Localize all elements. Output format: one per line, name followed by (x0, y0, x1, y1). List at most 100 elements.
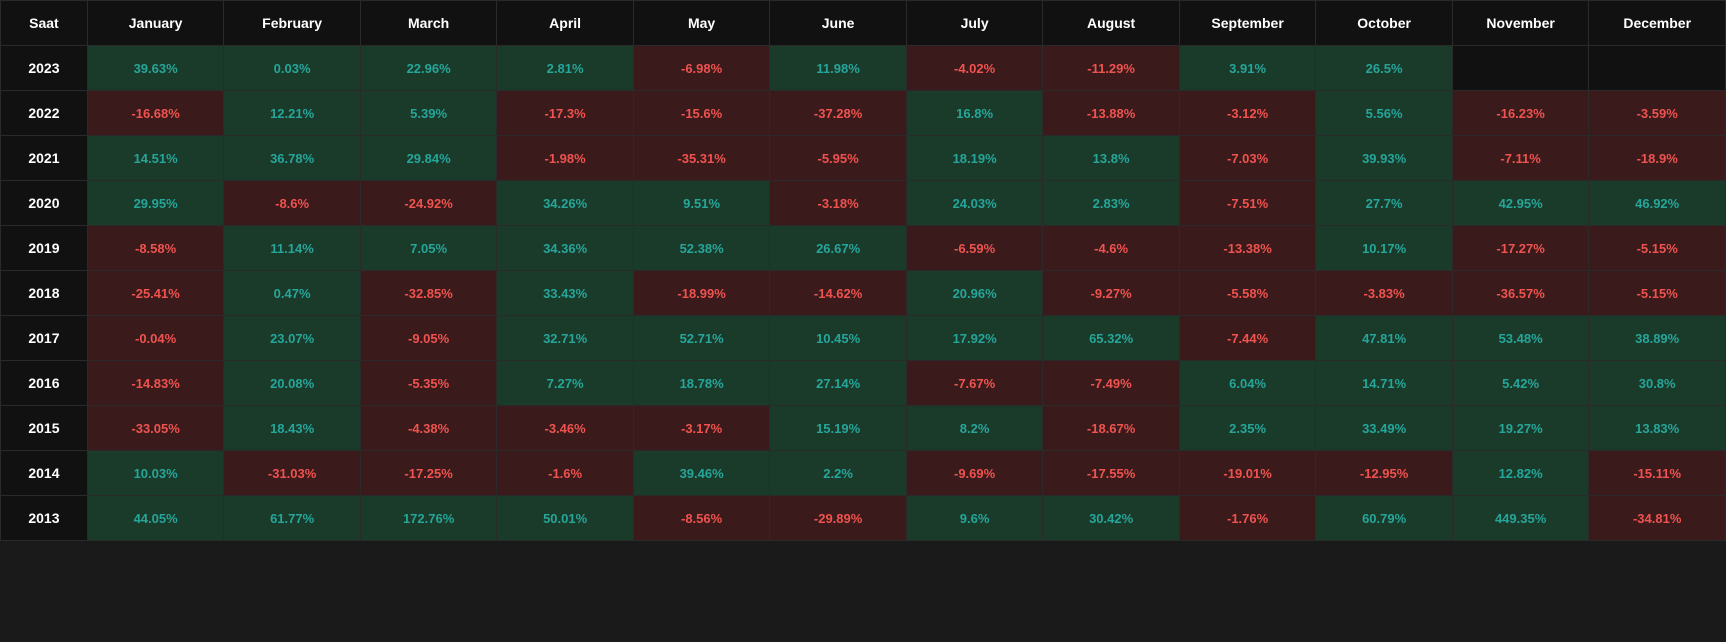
data-cell: -18.67% (1043, 406, 1180, 451)
year-cell: 2022 (1, 91, 88, 136)
data-cell: 30.42% (1043, 496, 1180, 541)
data-cell: 17.92% (906, 316, 1043, 361)
data-cell: -31.03% (224, 451, 361, 496)
data-cell: -7.03% (1179, 136, 1316, 181)
data-cell: 11.98% (770, 46, 907, 91)
data-cell: -3.17% (633, 406, 770, 451)
data-cell: 172.76% (360, 496, 497, 541)
data-cell: 53.48% (1452, 316, 1589, 361)
data-cell: 20.96% (906, 271, 1043, 316)
data-cell: 18.43% (224, 406, 361, 451)
table-row: 2015-33.05%18.43%-4.38%-3.46%-3.17%15.19… (1, 406, 1726, 451)
data-cell: 5.56% (1316, 91, 1453, 136)
data-cell: 24.03% (906, 181, 1043, 226)
header-month-july: July (906, 1, 1043, 46)
data-cell: 60.79% (1316, 496, 1453, 541)
data-cell: -7.11% (1452, 136, 1589, 181)
data-cell: -29.89% (770, 496, 907, 541)
data-cell: -16.68% (87, 91, 224, 136)
data-cell: -1.98% (497, 136, 634, 181)
data-cell: 22.96% (360, 46, 497, 91)
data-cell: -3.59% (1589, 91, 1726, 136)
data-cell: -14.62% (770, 271, 907, 316)
data-cell: 10.45% (770, 316, 907, 361)
year-cell: 2016 (1, 361, 88, 406)
data-cell: -24.92% (360, 181, 497, 226)
data-cell: 29.95% (87, 181, 224, 226)
data-cell: -3.12% (1179, 91, 1316, 136)
data-cell: 18.78% (633, 361, 770, 406)
table-row: 2017-0.04%23.07%-9.05%32.71%52.71%10.45%… (1, 316, 1726, 361)
table-row: 2019-8.58%11.14%7.05%34.36%52.38%26.67%-… (1, 226, 1726, 271)
data-cell: 0.03% (224, 46, 361, 91)
header-month-october: October (1316, 1, 1453, 46)
data-cell: 27.14% (770, 361, 907, 406)
data-cell: -3.18% (770, 181, 907, 226)
data-cell: 33.43% (497, 271, 634, 316)
data-cell: 18.19% (906, 136, 1043, 181)
data-cell: -15.11% (1589, 451, 1726, 496)
data-cell: 42.95% (1452, 181, 1589, 226)
data-cell: -5.95% (770, 136, 907, 181)
data-cell: -9.27% (1043, 271, 1180, 316)
data-cell: -13.88% (1043, 91, 1180, 136)
data-cell: -8.6% (224, 181, 361, 226)
data-cell: -3.83% (1316, 271, 1453, 316)
year-cell: 2019 (1, 226, 88, 271)
data-cell: 46.92% (1589, 181, 1726, 226)
year-cell: 2020 (1, 181, 88, 226)
data-cell: -14.83% (87, 361, 224, 406)
data-cell: 26.5% (1316, 46, 1453, 91)
table-row: 202114.51%36.78%29.84%-1.98%-35.31%-5.95… (1, 136, 1726, 181)
data-cell: -11.29% (1043, 46, 1180, 91)
year-cell: 2013 (1, 496, 88, 541)
data-cell: -17.25% (360, 451, 497, 496)
data-cell: -5.15% (1589, 271, 1726, 316)
data-cell: 32.71% (497, 316, 634, 361)
monthly-returns-table: SaatJanuaryFebruaryMarchAprilMayJuneJuly… (0, 0, 1726, 541)
data-cell: -4.6% (1043, 226, 1180, 271)
data-cell: 6.04% (1179, 361, 1316, 406)
data-cell: 34.26% (497, 181, 634, 226)
data-cell: 36.78% (224, 136, 361, 181)
data-cell: -6.98% (633, 46, 770, 91)
data-cell: 0.47% (224, 271, 361, 316)
data-cell: 14.71% (1316, 361, 1453, 406)
table-row: 202029.95%-8.6%-24.92%34.26%9.51%-3.18%2… (1, 181, 1726, 226)
data-cell: 13.83% (1589, 406, 1726, 451)
data-cell: 44.05% (87, 496, 224, 541)
table-row: 2022-16.68%12.21%5.39%-17.3%-15.6%-37.28… (1, 91, 1726, 136)
header-month-september: September (1179, 1, 1316, 46)
data-cell: -8.58% (87, 226, 224, 271)
header-month-august: August (1043, 1, 1180, 46)
data-cell: 26.67% (770, 226, 907, 271)
data-cell: 3.91% (1179, 46, 1316, 91)
data-cell: 7.05% (360, 226, 497, 271)
data-cell: -18.9% (1589, 136, 1726, 181)
data-cell: -18.99% (633, 271, 770, 316)
data-cell: -17.27% (1452, 226, 1589, 271)
header-month-november: November (1452, 1, 1589, 46)
data-cell: -37.28% (770, 91, 907, 136)
data-cell: 61.77% (224, 496, 361, 541)
data-cell: 10.03% (87, 451, 224, 496)
data-cell: 65.32% (1043, 316, 1180, 361)
data-cell: -15.6% (633, 91, 770, 136)
data-cell: -7.44% (1179, 316, 1316, 361)
data-cell: -32.85% (360, 271, 497, 316)
data-cell: 33.49% (1316, 406, 1453, 451)
data-cell: 19.27% (1452, 406, 1589, 451)
data-cell: -4.02% (906, 46, 1043, 91)
year-cell: 2014 (1, 451, 88, 496)
data-cell (1589, 46, 1726, 91)
data-cell: 2.83% (1043, 181, 1180, 226)
data-cell: 12.82% (1452, 451, 1589, 496)
data-cell: -13.38% (1179, 226, 1316, 271)
data-cell: 39.93% (1316, 136, 1453, 181)
data-cell: 52.38% (633, 226, 770, 271)
data-cell: 15.19% (770, 406, 907, 451)
header-month-february: February (224, 1, 361, 46)
data-cell: 23.07% (224, 316, 361, 361)
table-row: 201344.05%61.77%172.76%50.01%-8.56%-29.8… (1, 496, 1726, 541)
data-cell: 52.71% (633, 316, 770, 361)
